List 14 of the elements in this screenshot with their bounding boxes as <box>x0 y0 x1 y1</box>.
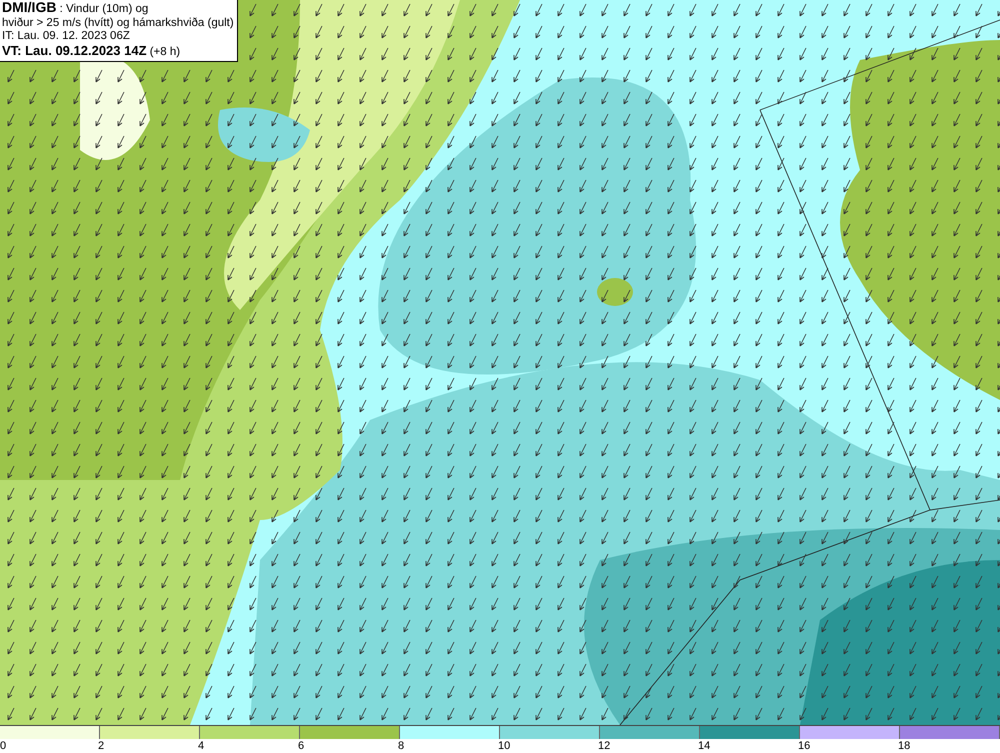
legend-label: 4 <box>198 739 204 753</box>
legend-label: 12 <box>598 739 610 753</box>
info-text: DMI/IGB : Vindur (10m) og <box>2 1 150 16</box>
legend-label: 8 <box>398 739 404 753</box>
legend-label: 2 <box>98 739 104 753</box>
legend-label: 0 <box>0 739 6 753</box>
info-text: hviður > 25 m/s (hvítt) og hámarkshviða (gult) <box>2 16 234 30</box>
legend-label: 10 <box>498 739 510 753</box>
legend-label: 18 <box>898 739 910 753</box>
legend-label: 16 <box>798 739 810 753</box>
legend-label: 14 <box>698 739 710 753</box>
info-text: VT: Lau. 09.12.2023 14Z (+8 h) <box>2 44 182 59</box>
legend-label: 6 <box>298 739 304 753</box>
info-text: IT: Lau. 09. 12. 2023 06Z <box>2 30 131 44</box>
